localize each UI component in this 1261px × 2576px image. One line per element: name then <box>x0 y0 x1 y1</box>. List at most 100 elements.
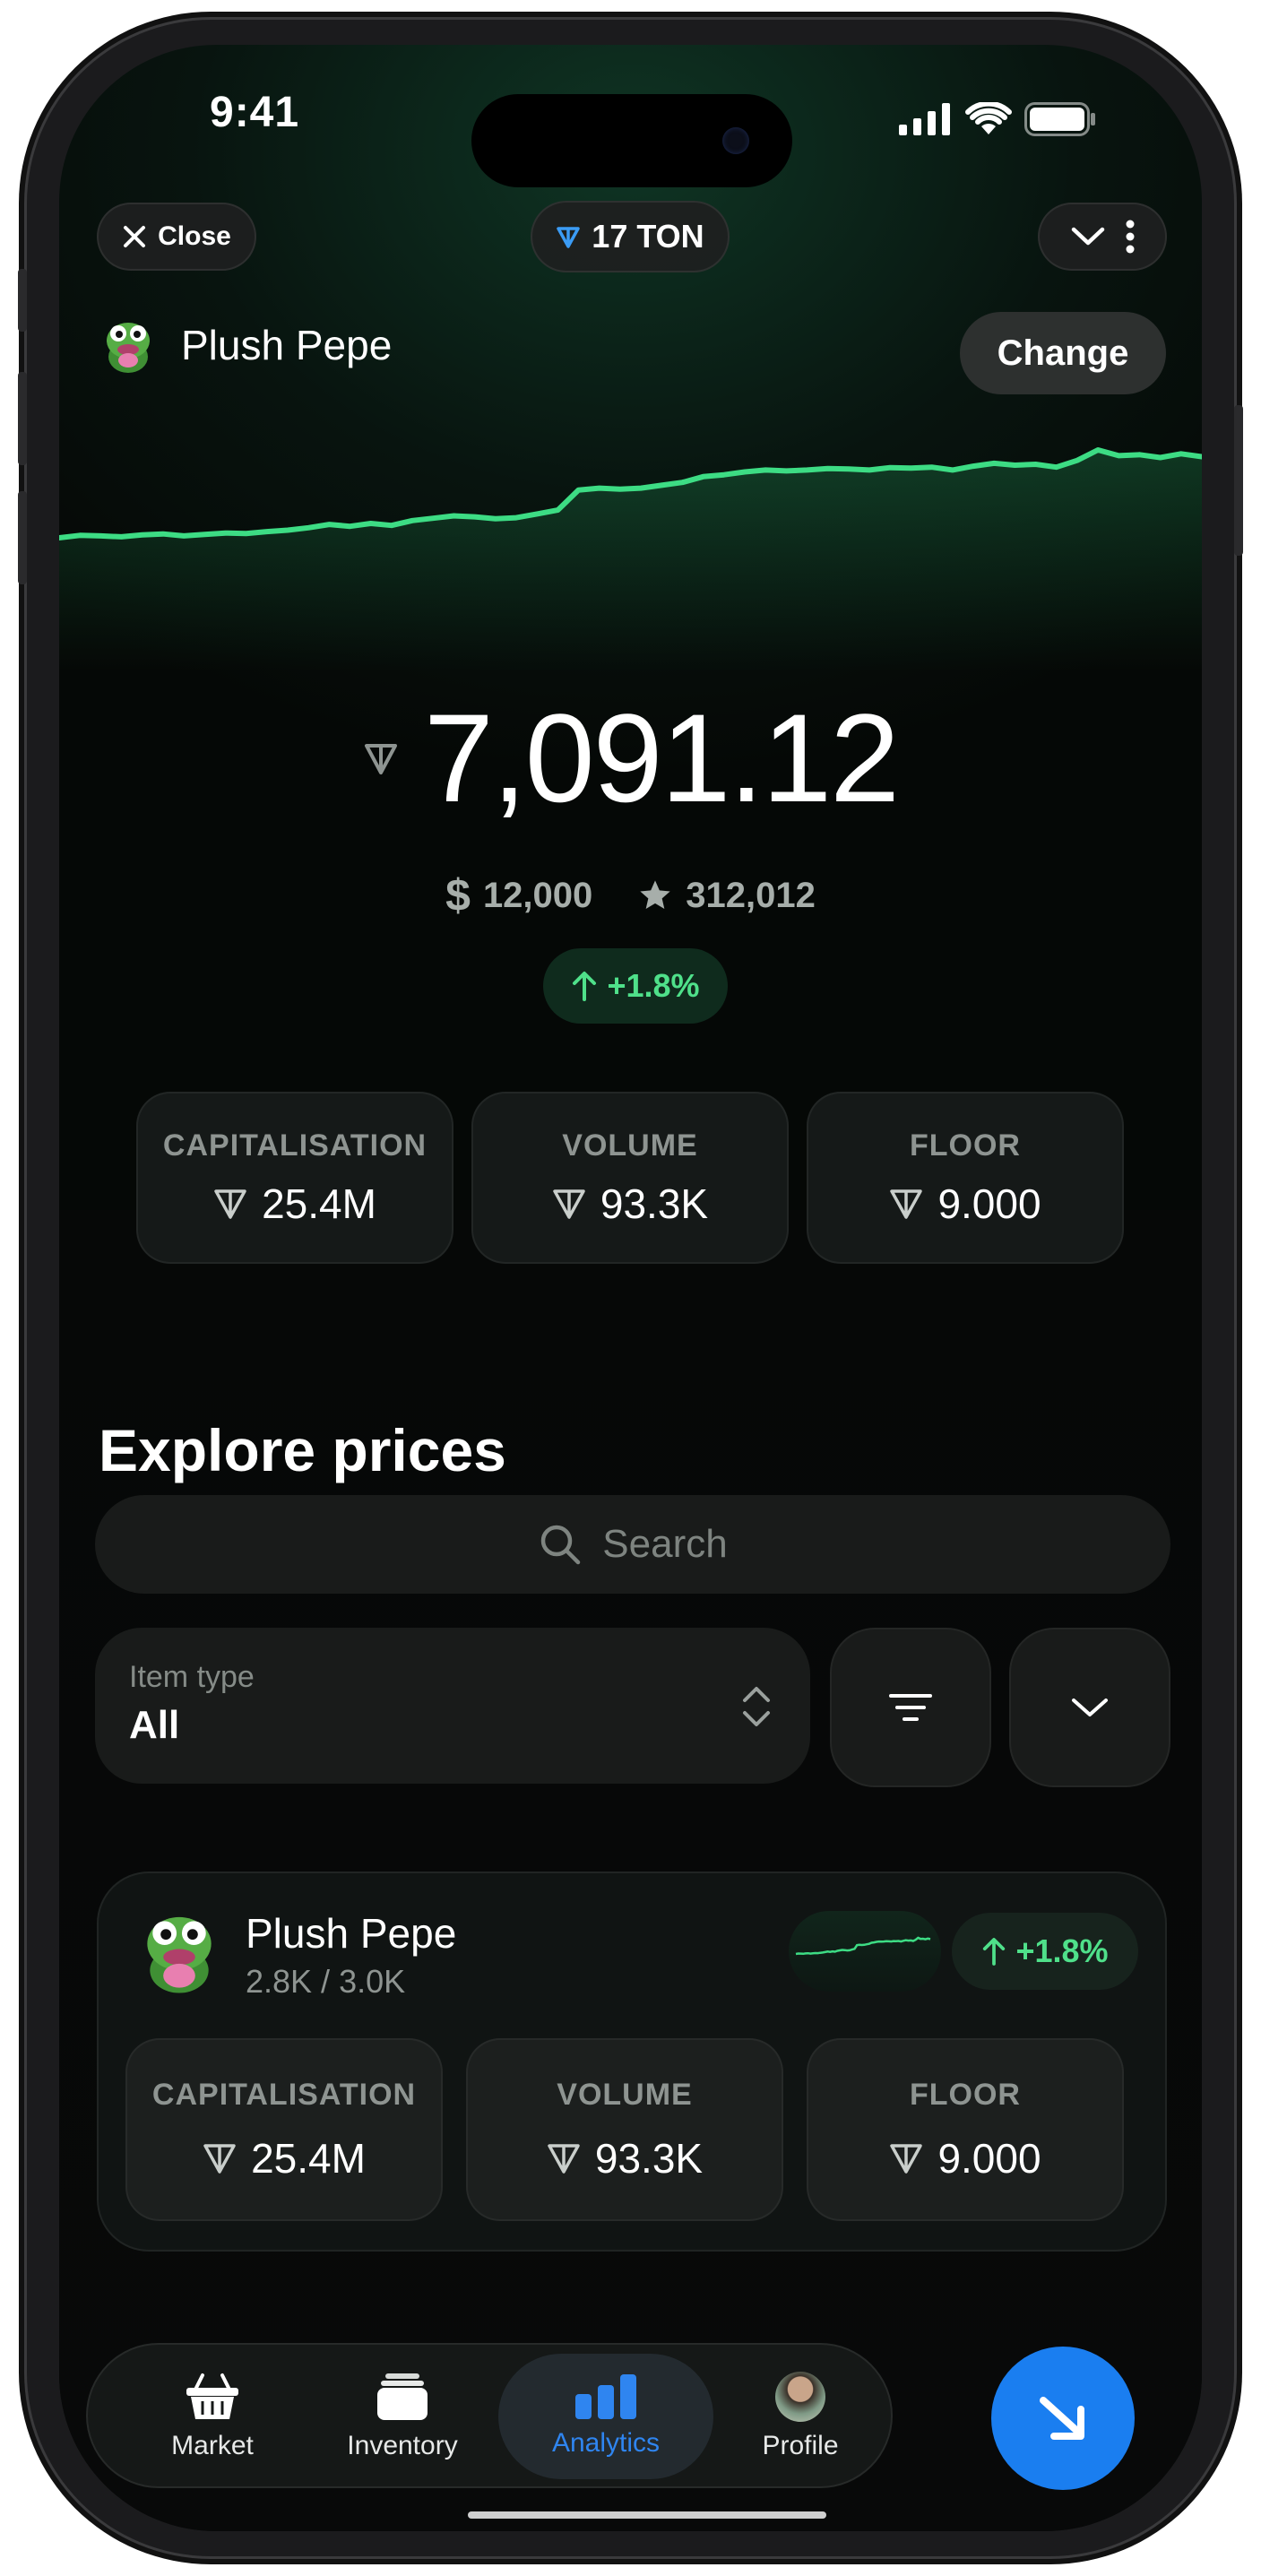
menu-pill[interactable] <box>1038 203 1167 271</box>
status-icons <box>899 102 1096 136</box>
action-button <box>18 269 27 332</box>
price-value: 7,091.12 <box>424 687 900 828</box>
signal-icon <box>899 103 950 135</box>
price-change-badge: +1.8% <box>543 948 728 1024</box>
dollar-icon: $ <box>445 870 471 921</box>
arrow-down-right-icon <box>1040 2397 1084 2440</box>
stars-price: 312,012 <box>637 869 816 921</box>
section-title: Explore prices <box>99 1417 506 1483</box>
item-type-select[interactable]: Item type All <box>95 1628 810 1784</box>
chevron-down-icon[interactable] <box>1070 225 1106 248</box>
tab-label: Profile <box>762 2431 839 2460</box>
tab-market[interactable]: Market <box>118 2354 307 2479</box>
item-type-value: All <box>129 1703 180 1747</box>
status-time: 9:41 <box>210 89 300 136</box>
ton-icon <box>553 1189 585 1219</box>
stat-value: 9.000 <box>889 1180 1041 1228</box>
usd-price: $ 12,000 <box>445 869 592 921</box>
stat-label: CAPITALISATION <box>151 2077 417 2112</box>
battery-icon <box>1024 102 1095 136</box>
stat-value: 25.4M <box>213 1180 376 1228</box>
ton-icon <box>214 1189 246 1219</box>
ton-balance-pill[interactable]: 17 TON <box>531 201 730 272</box>
card-change-badge: +1.8% <box>952 1913 1138 1990</box>
card-stat-volume: VOLUME 93.3K <box>466 2038 783 2221</box>
more-icon[interactable] <box>1126 220 1135 254</box>
card-stat-floor: FLOOR 9.000 <box>807 2038 1124 2221</box>
stat-label: VOLUME <box>557 2077 693 2112</box>
price-block: 7,091.12 <box>59 686 1202 831</box>
chevron-down-icon <box>1072 1699 1108 1716</box>
screen-background <box>59 1210 1202 2531</box>
stat-label: CAPITALISATION <box>162 1128 428 1163</box>
usd-value: 12,000 <box>482 875 593 915</box>
price-conversions: $ 12,000 312,012 <box>59 869 1202 921</box>
chevron-up-down-icon <box>743 1687 770 1726</box>
tab-bar: Market Inventory Analytics Profile <box>86 2343 893 2488</box>
close-button[interactable]: Close <box>97 203 256 271</box>
action-fab-button[interactable] <box>991 2347 1135 2490</box>
stat-value-text: 9.000 <box>937 1180 1041 1227</box>
search-placeholder: Search <box>602 1522 728 1566</box>
collection-name: Plush Pepe <box>181 322 393 368</box>
stat-card-volume: VOLUME 93.3K <box>471 1092 789 1264</box>
pepe-icon <box>147 1916 212 1993</box>
card-supply: 2.8K / 3.0K <box>246 1963 406 2000</box>
stat-label: FLOOR <box>910 2077 1021 2112</box>
ton-icon <box>557 227 581 248</box>
ton-balance: 17 TON <box>592 218 704 255</box>
card-title: Plush Pepe <box>246 1910 457 1957</box>
avatar <box>775 2372 825 2422</box>
stat-value: 25.4M <box>203 2134 366 2183</box>
camera-icon <box>722 127 749 154</box>
card-change-value: +1.8% <box>1015 1932 1109 1969</box>
close-label: Close <box>158 221 231 251</box>
tab-label: Market <box>171 2431 254 2460</box>
stat-label: FLOOR <box>910 1128 1021 1163</box>
sparkline <box>795 1936 931 1956</box>
wifi-icon <box>965 102 1012 134</box>
stat-value: 9.000 <box>889 2134 1041 2183</box>
close-icon <box>124 226 146 247</box>
power-button <box>1234 405 1243 556</box>
pepe-icon <box>107 323 150 373</box>
change-button[interactable]: Change <box>960 312 1166 394</box>
volume-up-button <box>18 372 27 465</box>
tab-inventory[interactable]: Inventory <box>308 2354 497 2479</box>
sparkline-chart <box>789 1911 941 1992</box>
search-input[interactable]: Search <box>95 1495 1170 1594</box>
stat-card-floor: FLOOR 9.000 <box>807 1092 1124 1264</box>
stat-label: VOLUME <box>562 1128 698 1163</box>
stat-value-text: 9.000 <box>937 2134 1041 2182</box>
ton-icon <box>548 2143 580 2174</box>
ton-icon <box>365 744 398 774</box>
home-indicator <box>468 2511 826 2519</box>
ton-icon <box>203 2143 236 2174</box>
arrow-up-icon <box>573 972 597 1001</box>
search-icon <box>541 1525 581 1565</box>
volume-down-button <box>18 491 27 584</box>
star-icon <box>640 880 670 909</box>
price-chart <box>59 447 1202 672</box>
ton-icon <box>890 1189 923 1219</box>
stat-value: 93.3K <box>547 2134 703 2183</box>
chart-area <box>59 450 1202 672</box>
item-type-label: Item type <box>129 1660 255 1694</box>
sort-button[interactable] <box>830 1628 991 1787</box>
inventory-icon <box>377 2373 428 2420</box>
app-screen: 9:41 Close 17 TON Plush Pepe Change 7,09… <box>59 45 1202 2531</box>
tab-analytics[interactable]: Analytics <box>498 2354 713 2479</box>
stat-value-text: 93.3K <box>600 1180 709 1227</box>
stat-value: 93.3K <box>552 1180 708 1228</box>
basket-icon <box>186 2373 238 2419</box>
collection-title-row: Plush Pepe <box>97 314 392 376</box>
tab-label: Analytics <box>551 2428 661 2458</box>
expand-button[interactable] <box>1009 1628 1170 1787</box>
stat-value-text: 25.4M <box>251 2134 366 2182</box>
tab-profile[interactable]: Profile <box>706 2354 894 2479</box>
bar-chart-icon <box>575 2374 636 2419</box>
collection-card[interactable]: Plush Pepe 2.8K / 3.0K +1.8% CAPITALISAT… <box>97 1871 1167 2252</box>
tab-label: Inventory <box>347 2431 458 2460</box>
sort-icon <box>889 1694 932 1721</box>
stat-card-capitalisation: CAPITALISATION 25.4M <box>136 1092 453 1264</box>
